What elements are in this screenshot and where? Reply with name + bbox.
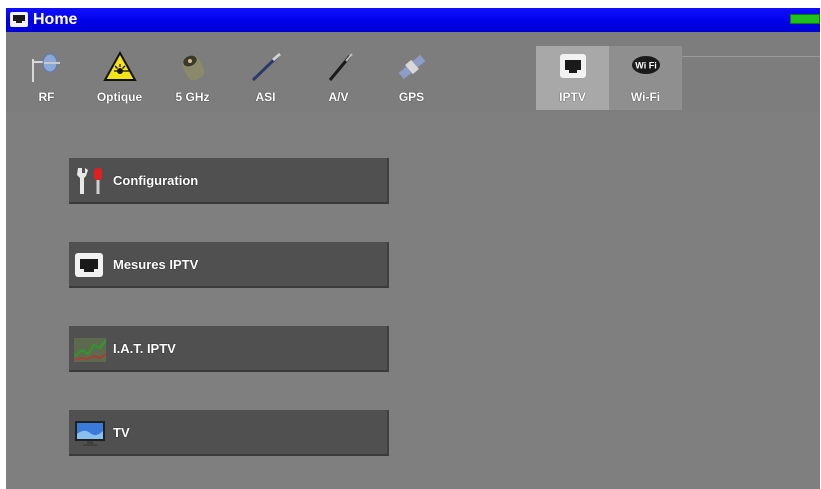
graph-icon — [74, 338, 107, 362]
tab-label: RF — [38, 90, 55, 104]
window-title: Home — [33, 11, 78, 28]
tab-label: A/V — [328, 90, 349, 104]
battery-indicator — [790, 14, 820, 24]
tab-gps[interactable]: GPS — [375, 46, 448, 110]
button-label: I.A.T. IPTV — [113, 341, 176, 356]
tab-av[interactable]: A/V — [302, 46, 375, 110]
antenna-icon — [31, 53, 60, 82]
tab-rf[interactable]: RF — [10, 46, 83, 110]
button-label: Configuration — [113, 173, 199, 188]
tab-label: Wi-Fi — [630, 90, 661, 104]
tab-label: GPS — [398, 90, 425, 104]
tv-icon — [75, 421, 105, 446]
tab-iptv[interactable]: IPTV — [536, 46, 609, 110]
tab-label: 5 GHz — [175, 90, 210, 104]
wifi-logo-icon: Wi Fi — [631, 56, 660, 74]
satellite-icon — [398, 54, 425, 80]
svg-text:Wi Fi: Wi Fi — [635, 61, 656, 71]
tab-label: Optique — [96, 90, 143, 104]
mesures-iptv-button[interactable]: Mesures IPTV — [69, 242, 389, 288]
ethernet-port-icon — [10, 12, 28, 27]
title-bar: Home — [6, 8, 820, 32]
ethernet-port-icon — [75, 253, 103, 277]
tab-label: IPTV — [559, 90, 586, 104]
tab-strip: RF Optique 5 GHz ASI A/V GPS IPTV Wi Fi … — [6, 32, 820, 112]
coax-connector-icon — [181, 55, 204, 81]
tv-button[interactable]: TV — [69, 410, 389, 456]
iat-iptv-button[interactable]: I.A.T. IPTV — [69, 326, 389, 372]
tools-icon — [77, 168, 102, 194]
tab-5ghz[interactable]: 5 GHz — [156, 46, 229, 110]
configuration-button[interactable]: Configuration — [69, 158, 389, 204]
button-label: TV — [113, 425, 130, 440]
av-cable-icon — [328, 53, 353, 81]
asi-cable-icon — [251, 52, 281, 82]
tab-wifi[interactable]: Wi Fi Wi-Fi — [609, 46, 682, 110]
laser-warning-icon — [102, 50, 137, 81]
tab-asi[interactable]: ASI — [229, 46, 302, 110]
device-screen: Home RF Optique 5 GHz ASI A/V GPS IPTV W… — [6, 8, 820, 489]
tab-optique[interactable]: Optique — [83, 46, 156, 110]
tab-label: ASI — [255, 90, 276, 104]
ethernet-port-icon — [559, 54, 586, 78]
button-label: Mesures IPTV — [113, 257, 199, 272]
